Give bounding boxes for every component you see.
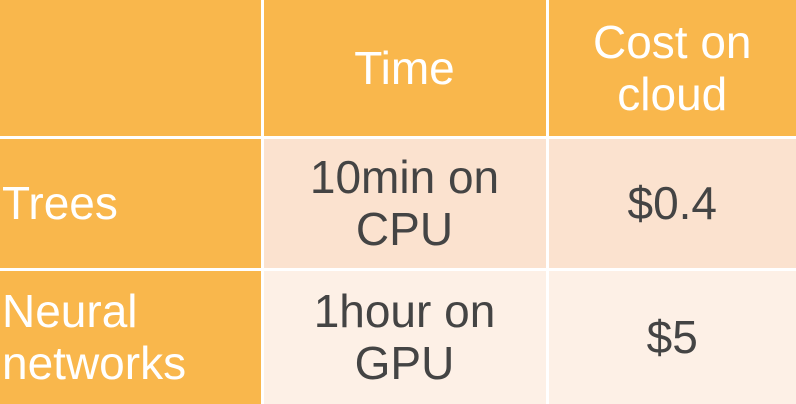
table-row: Neural networks 1hour on GPU $5 — [0, 267, 796, 404]
header-cost-label: Cost on cloud — [592, 15, 752, 120]
time-cell: 1hour on GPU — [260, 267, 549, 404]
row-label-cell: Neural networks — [0, 267, 264, 404]
row-label: Trees — [2, 177, 118, 229]
time-value: 1hour on GPU — [313, 285, 496, 390]
header-row: Time Cost on cloud — [0, 0, 796, 139]
header-cell-time: Time — [260, 0, 549, 139]
cost-cell: $5 — [545, 267, 796, 404]
time-cell: 10min on CPU — [260, 135, 549, 271]
cost-value: $0.4 — [627, 177, 718, 229]
row-label: Neural networks — [2, 285, 187, 390]
comparison-table: Time Cost on cloud Trees 10min on CPU $0… — [0, 0, 796, 404]
cost-cell: $0.4 — [545, 135, 796, 271]
header-cell-cost: Cost on cloud — [545, 0, 796, 139]
header-cell-corner — [0, 0, 264, 139]
time-value: 10min on CPU — [309, 151, 500, 255]
header-time-label: Time — [354, 41, 455, 94]
row-label-cell: Trees — [0, 135, 264, 271]
cost-value: $5 — [646, 311, 698, 364]
table-row: Trees 10min on CPU $0.4 — [0, 135, 796, 271]
